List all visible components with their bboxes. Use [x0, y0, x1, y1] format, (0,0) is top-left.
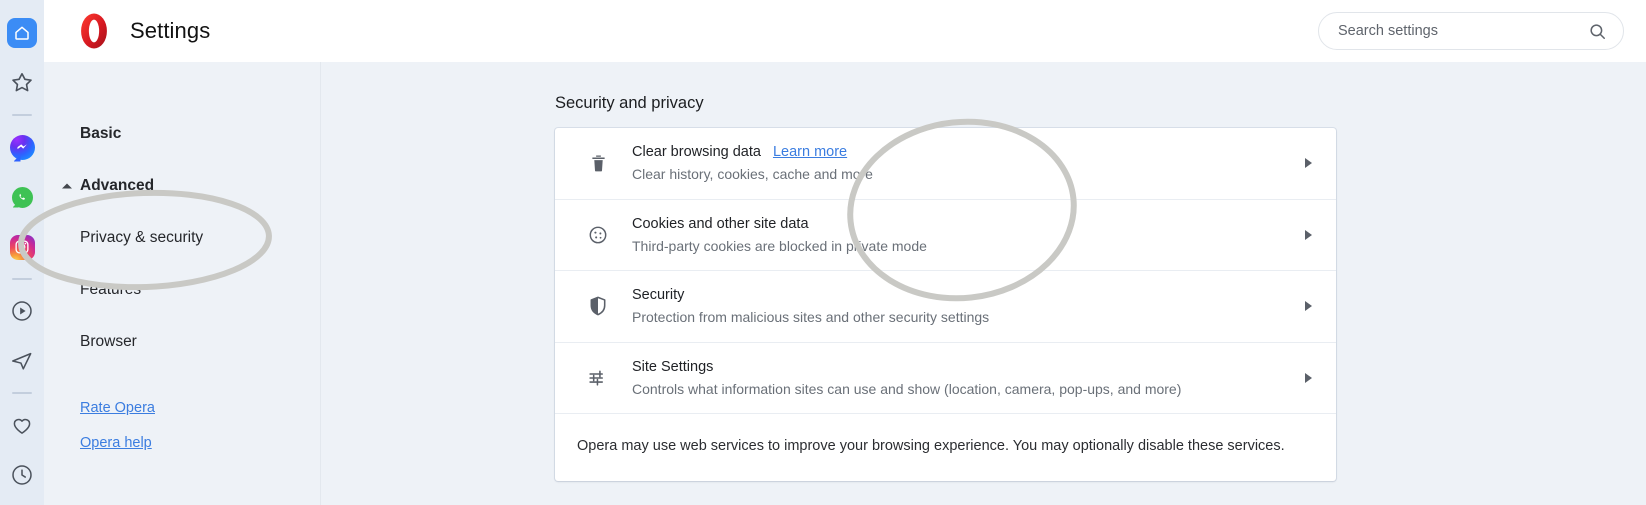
row-title-wrap: Cookies and other site data: [632, 214, 1298, 234]
row-title: Clear browsing data: [632, 144, 761, 161]
shield-icon: [575, 295, 621, 317]
settings-pane: Settings Basic Advanced: [44, 0, 1646, 505]
opera-settings-window: Settings Basic Advanced: [0, 0, 1646, 505]
row-text: Security Protection from malicious sites…: [621, 285, 1298, 327]
row-title-wrap: Security: [632, 285, 1298, 305]
row-subtitle: Controls what information sites can use …: [632, 380, 1182, 397]
settings-sidebar: Basic Advanced Privacy & security Featur…: [44, 62, 321, 505]
opera-help-link[interactable]: Opera help: [80, 435, 152, 451]
rail-item-player[interactable]: [0, 286, 44, 336]
send-icon[interactable]: [9, 348, 35, 374]
row-title-wrap: Clear browsing data Learn more: [632, 142, 1298, 162]
rate-opera-link[interactable]: Rate Opera: [80, 400, 155, 416]
instagram-icon[interactable]: [9, 234, 35, 260]
row-text: Cookies and other site data Third-party …: [621, 214, 1298, 256]
rail-divider-1: [12, 114, 32, 116]
web-services-note: Opera may use web services to improve yo…: [577, 438, 1285, 454]
rail-item-history[interactable]: [0, 450, 44, 500]
row-title-wrap: Site Settings: [632, 357, 1298, 377]
star-icon[interactable]: [9, 70, 35, 96]
rail-item-send[interactable]: [0, 336, 44, 386]
clock-icon[interactable]: [9, 462, 35, 488]
messenger-icon[interactable]: [9, 134, 35, 160]
settings-main: Security and privacy Clear browsing data…: [321, 62, 1646, 505]
rail-item-instagram[interactable]: [0, 222, 44, 272]
security-and-privacy-card: Clear browsing data Learn more Clear his…: [555, 128, 1336, 481]
section-title: Security and privacy: [555, 94, 704, 112]
sidebar-item-privacy-security[interactable]: Privacy & security: [44, 212, 320, 264]
search-icon[interactable]: [1588, 22, 1607, 41]
learn-more-link[interactable]: Learn more: [773, 142, 847, 162]
rail-item-messenger[interactable]: [0, 122, 44, 172]
row-title: Security: [632, 287, 685, 304]
heart-icon[interactable]: [9, 412, 35, 438]
row-site-settings[interactable]: Site Settings Controls what information …: [555, 343, 1336, 414]
sidebar-item-label: Basic: [80, 125, 122, 142]
sidebar-link-rate-opera-row[interactable]: Rate Opera: [44, 390, 320, 425]
row-subtitle: Clear history, cookies, cache and more: [632, 166, 873, 183]
page-title: Settings: [130, 17, 211, 43]
opera-logo: [81, 13, 107, 48]
rail-item-speed-dial[interactable]: [0, 58, 44, 108]
whatsapp-icon[interactable]: [9, 184, 35, 210]
row-text: Site Settings Controls what information …: [621, 357, 1298, 399]
rail-item-favorites[interactable]: [0, 400, 44, 450]
row-text: Clear browsing data Learn more Clear his…: [621, 142, 1298, 184]
row-title: Cookies and other site data: [632, 215, 809, 232]
sidebar-item-label: Advanced: [80, 177, 155, 194]
sidebar-item-features[interactable]: Features: [44, 264, 320, 316]
sidebar-item-label: Browser: [80, 333, 137, 350]
chevron-right-icon[interactable]: [1298, 158, 1318, 169]
sidebar-link-opera-help-row[interactable]: Opera help: [44, 425, 320, 460]
settings-header: Settings: [44, 0, 1646, 62]
player-icon[interactable]: [9, 298, 35, 324]
cookie-icon: [575, 224, 621, 246]
sidebar-icon-rail: [0, 0, 44, 505]
settings-body: Basic Advanced Privacy & security Featur…: [44, 62, 1646, 505]
sliders-icon: [575, 367, 621, 389]
trash-icon: [575, 153, 621, 174]
row-security[interactable]: Security Protection from malicious sites…: [555, 271, 1336, 343]
chevron-up-icon[interactable]: [62, 183, 72, 189]
sidebar-links: Rate Opera Opera help: [44, 390, 320, 460]
sidebar-item-basic[interactable]: Basic: [44, 108, 320, 160]
home-icon[interactable]: [7, 18, 37, 48]
rail-item-home[interactable]: [0, 8, 44, 58]
sidebar-item-label: Features: [80, 281, 142, 298]
sidebar-item-advanced[interactable]: Advanced: [44, 160, 320, 212]
row-title: Site Settings: [632, 358, 714, 375]
chevron-right-icon[interactable]: [1298, 229, 1318, 240]
row-clear-browsing-data[interactable]: Clear browsing data Learn more Clear his…: [555, 128, 1336, 200]
chevron-right-icon[interactable]: [1298, 372, 1318, 383]
search-input[interactable]: [1319, 23, 1588, 39]
search-settings-box[interactable]: [1318, 12, 1624, 50]
row-subtitle: Protection from malicious sites and othe…: [632, 309, 990, 326]
rail-divider-2: [12, 278, 32, 280]
rail-item-whatsapp[interactable]: [0, 172, 44, 222]
chevron-right-icon[interactable]: [1298, 301, 1318, 312]
row-cookies-and-other-site-data[interactable]: Cookies and other site data Third-party …: [555, 200, 1336, 271]
sidebar-item-browser[interactable]: Browser: [44, 316, 320, 368]
rail-divider-3: [12, 392, 32, 394]
row-subtitle: Third-party cookies are blocked in priva…: [632, 237, 927, 254]
sidebar-item-label: Privacy & security: [80, 229, 204, 246]
